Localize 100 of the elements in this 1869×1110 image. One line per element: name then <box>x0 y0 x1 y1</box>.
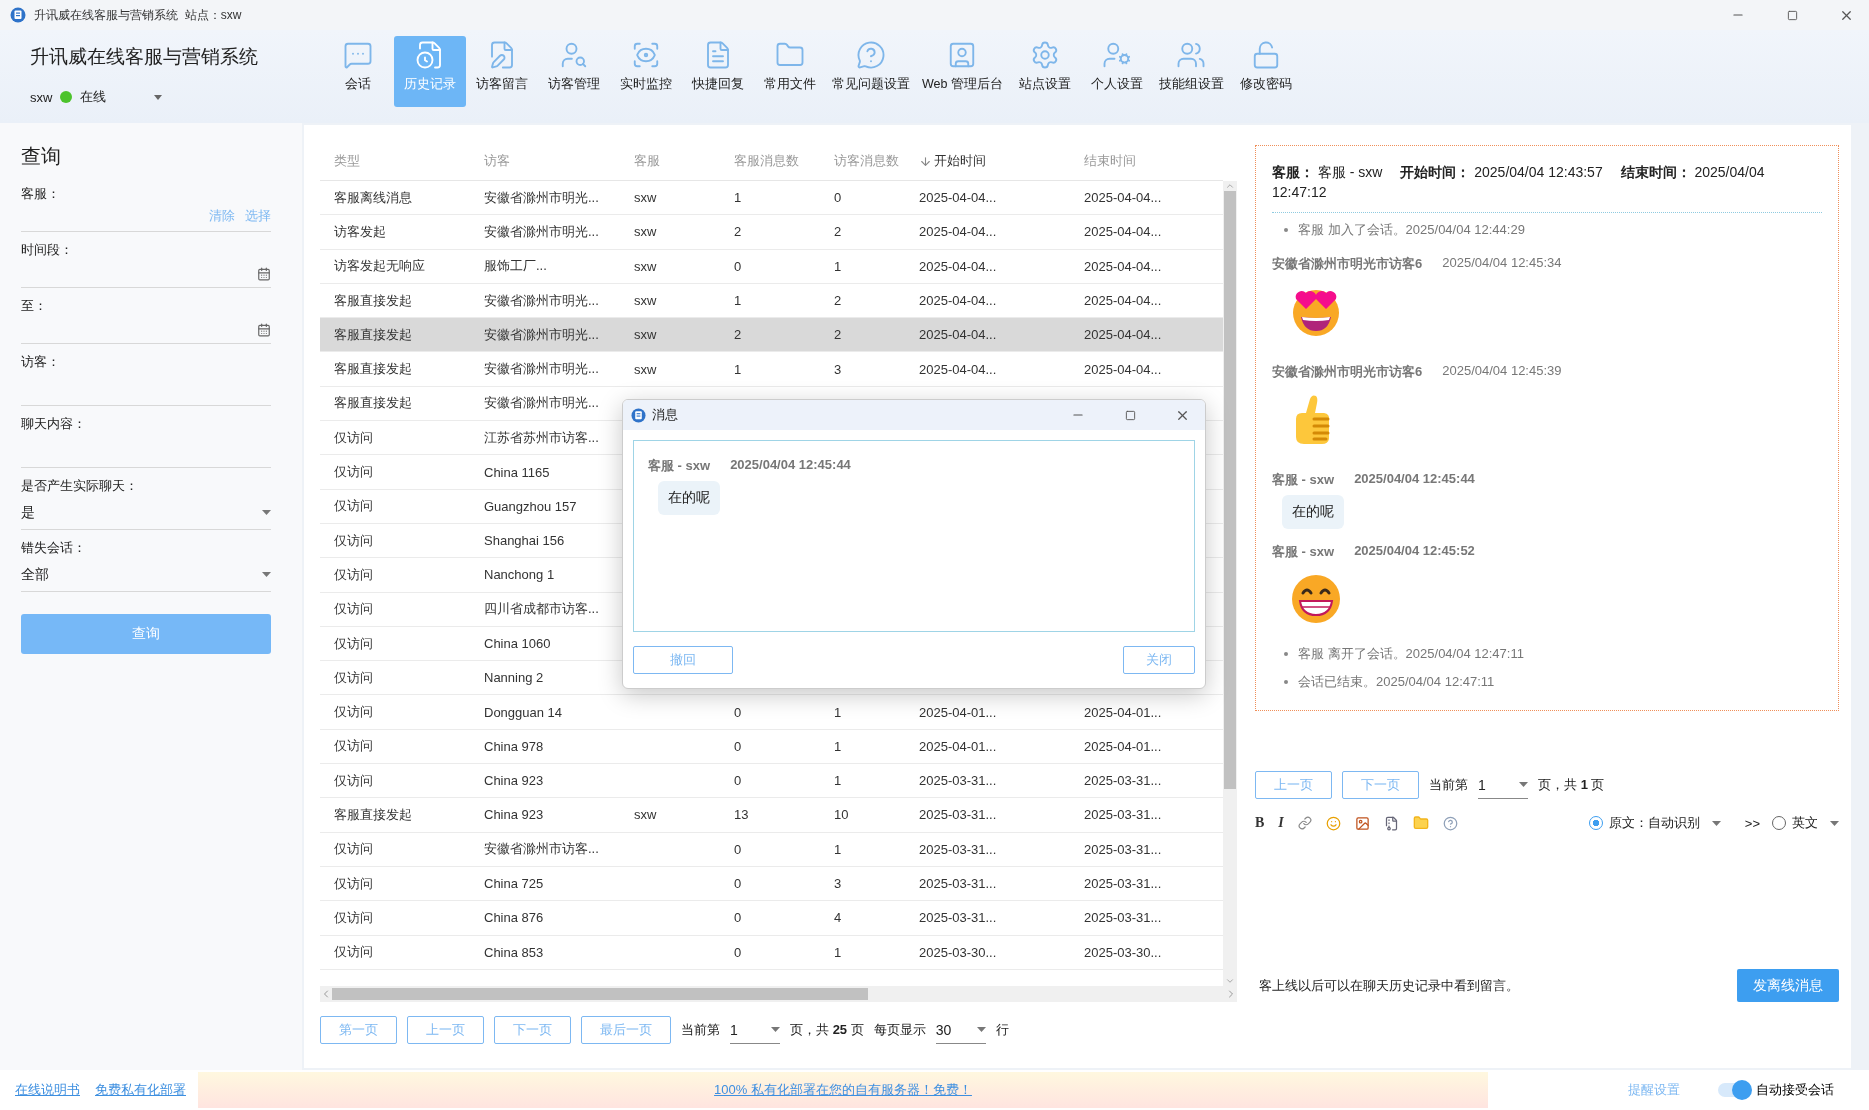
table-cell-text: Shanghai 156 <box>483 533 566 549</box>
table-cell-text: 访客发起无响应 <box>333 257 426 276</box>
message-time: 2025/04/04 12:45:44 <box>730 457 851 474</box>
table-cell-text: 2 <box>833 293 843 309</box>
table-cell-text: 仅访问 <box>333 531 374 550</box>
table-cell-text: sxw <box>633 327 658 343</box>
table-cell-text: China 978 <box>483 738 545 754</box>
table-cell-text: 安徽省滁州市明光... <box>483 222 600 241</box>
table-cell-text: 仅访问 <box>333 634 374 653</box>
page-label: 当前第 <box>681 1021 720 1039</box>
table-cell-text: 13 <box>733 807 750 823</box>
table-cell-text: sxw <box>633 190 658 206</box>
table-cell-text: 2025-03-31... <box>918 807 998 823</box>
table-cell-text: 客服离线消息 <box>333 188 413 207</box>
field-label: 访客： <box>21 353 61 371</box>
table-cell-text: 仅访问 <box>333 771 374 790</box>
table-cell-text: 2025-04-04... <box>918 224 998 240</box>
arrow-text: >> <box>1744 815 1760 831</box>
table-cell-text: 1 <box>733 361 743 377</box>
table-cell-text: 0 <box>733 944 743 960</box>
table-cell-text: 访客发起 <box>333 222 387 241</box>
table-cell-text: 2 <box>833 224 843 240</box>
table-cell-text: 0 <box>733 910 743 926</box>
message-bubble: 在的呢 <box>1282 495 1344 529</box>
table-cell-text: 2025-04-04... <box>1083 224 1163 240</box>
table-cell-text: 2025-04-01... <box>918 738 998 754</box>
table-cell-text: 仅访问 <box>333 463 374 481</box>
table-cell-text: 2025-03-31... <box>1083 807 1163 823</box>
toggle-label: 自动接受会话 <box>1756 1081 1834 1099</box>
table-cell-text: 2025-04-04... <box>918 293 998 309</box>
table-cell-text: 2025-04-01... <box>918 704 998 720</box>
table-cell-text: 3 <box>833 876 843 892</box>
table-cell-text: 安徽省滁州市访客... <box>483 840 600 859</box>
table-cell-text: China 725 <box>483 876 545 892</box>
table-cell-text: 仅访问 <box>333 737 374 756</box>
table-cell-text: 2025-04-04... <box>1083 190 1163 206</box>
table-cell-text: sxw <box>633 807 658 823</box>
table-cell-text: 安徽省滁州市明光... <box>483 325 600 344</box>
table-cell-text: Dongguan 14 <box>483 704 564 720</box>
table-cell-text: Guangzhou 157 <box>483 498 578 514</box>
table-cell-text: 客服直接发起 <box>333 360 413 379</box>
table-cell-text: 2025-04-04... <box>918 361 998 377</box>
field-label: 时间段： <box>21 241 74 259</box>
table-cell-text: 2 <box>833 327 843 343</box>
table-cell-text: Nanning 2 <box>483 670 545 686</box>
message-sender: 客服 - sxw <box>648 457 711 475</box>
table-cell-text: 客服直接发起 <box>333 325 413 344</box>
table-cell-text: 安徽省滁州市明光... <box>483 291 600 310</box>
table-cell-text: 2025-03-31... <box>1083 773 1163 789</box>
table-cell-text: 2025-04-04... <box>1083 258 1163 274</box>
table-cell-text: sxw <box>633 224 658 240</box>
table-cell-text: 安徽省滁州市明光... <box>483 394 600 413</box>
table-cell-text: 2025-04-04... <box>1083 293 1163 309</box>
table-cell-text: 2025-04-04... <box>918 258 998 274</box>
page-total: 页，共 1 页 <box>1538 776 1605 794</box>
table-cell-text: 2025-04-01... <box>1083 704 1163 720</box>
table-cell-text: 仅访问 <box>333 840 374 859</box>
table-cell-text: China 923 <box>483 807 545 823</box>
table-cell-text: 服饰工厂... <box>483 257 548 276</box>
table-cell-text: China 1165 <box>483 464 551 480</box>
message-sender: 安徽省滁州市明光市访客6 <box>1272 363 1423 381</box>
message-sender: 客服 - sxw <box>1272 471 1335 489</box>
message-time: 2025/04/04 12:45:52 <box>1354 543 1475 560</box>
message-time: 2025/04/04 12:45:34 <box>1442 255 1562 272</box>
field-label: 是否产生实际聊天： <box>21 477 139 495</box>
table-cell-text: 1 <box>833 738 843 754</box>
table-cell-text: Nanchong 1 <box>483 567 556 583</box>
table-cell-text: 仅访问 <box>333 703 374 722</box>
table-cell-text: 1 <box>833 944 843 960</box>
table-cell-text: 2025-03-31... <box>918 841 998 857</box>
event-text: 客服 加入了会话。2025/04/04 12:44:29 <box>1298 221 1525 239</box>
table-cell-text: 2025-03-31... <box>1083 876 1163 892</box>
table-cell-text: 1 <box>833 258 843 274</box>
table-cell-text: 安徽省滁州市明光... <box>483 360 600 379</box>
message-time: 2025/04/04 12:45:39 <box>1442 363 1562 380</box>
message-sender: 安徽省滁州市明光市访客6 <box>1272 255 1423 273</box>
table-cell-text: 1 <box>833 704 843 720</box>
dialog-title: 消息 <box>652 406 679 424</box>
page-label: 当前第 <box>1429 776 1468 794</box>
table-cell-text: 2025-04-04... <box>918 190 998 206</box>
table-cell-text: 1 <box>733 190 743 206</box>
table-cell-text: 安徽省滁州市明光... <box>483 188 600 207</box>
table-cell-text: 0 <box>733 258 743 274</box>
table-cell-text: 2025-03-31... <box>918 773 998 789</box>
session-summary: 客服： 客服 - sxw 开始时间： 2025/04/04 12:43:57 结束时间： 2025/04/04 12:47:12 <box>1272 162 1822 213</box>
table-cell-text: 2 <box>733 224 743 240</box>
table-cell-text: 3 <box>833 361 843 377</box>
table-cell-text: sxw <box>633 361 658 377</box>
table-cell-text: 仅访问 <box>333 428 374 447</box>
table-cell-text: 2025-04-01... <box>1083 738 1163 754</box>
table-cell-text: 0 <box>733 841 743 857</box>
table-cell-text: 2025-03-31... <box>1083 910 1163 926</box>
table-cell-text: 仅访问 <box>333 943 374 962</box>
table-cell-text: 客服直接发起 <box>333 394 413 413</box>
table-cell-text: 2025-03-30... <box>918 944 998 960</box>
window-title: 升讯威在线客服与营销系统 站点：sxw <box>34 6 243 24</box>
table-cell-text: sxw <box>633 293 658 309</box>
table-cell-text: 2025-04-04... <box>1083 327 1163 343</box>
table-cell-text: 仅访问 <box>333 668 374 687</box>
table-cell-text: 2025-03-31... <box>918 876 998 892</box>
